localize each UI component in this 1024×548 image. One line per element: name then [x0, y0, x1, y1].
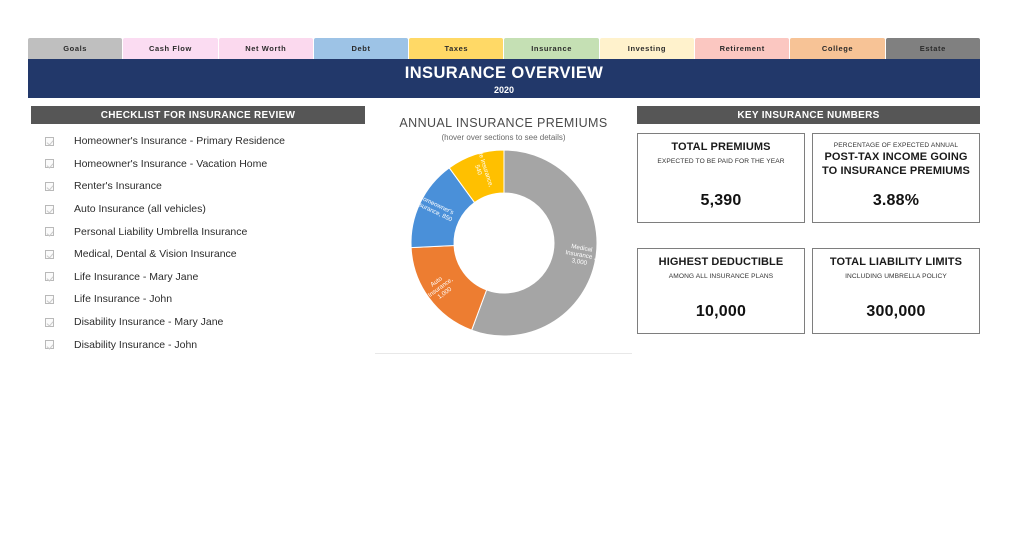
tab-cash-flow[interactable]: Cash Flow	[123, 38, 218, 59]
checklist-item-label: Homeowner's Insurance - Primary Residenc…	[74, 135, 285, 148]
checklist-item-label: Homeowner's Insurance - Vacation Home	[74, 157, 268, 170]
checkbox-icon[interactable]	[45, 136, 54, 146]
tab-label: Cash Flow	[148, 44, 192, 53]
kpi-subtitle: AMONG ALL INSURANCE PLANS	[668, 272, 774, 280]
checklist-item[interactable]: Auto Insurance (all vehicles)	[31, 198, 365, 221]
tab-label: Taxes	[444, 44, 469, 53]
tab-goals[interactable]: Goals	[28, 38, 123, 59]
chart-subtitle: (hover over sections to see details)	[441, 133, 566, 142]
tab-label: Debt	[351, 44, 371, 53]
checklist-item[interactable]: Homeowner's Insurance - Primary Residenc…	[31, 130, 365, 153]
tab-label: Goals	[63, 44, 88, 53]
page-title: INSURANCE OVERVIEW	[404, 63, 604, 82]
checklist-item-label: Renter's Insurance	[74, 180, 162, 193]
worksheet-tab-bar: Goals Cash Flow Net Worth Debt Taxes Insuranc…	[28, 38, 980, 59]
kpi-value: 10,000	[695, 303, 747, 320]
checkbox-icon[interactable]	[45, 294, 54, 304]
checklist-item[interactable]: Medical, Dental & Vision Insurance	[31, 243, 365, 266]
checklist-item-label: Life Insurance - Mary Jane	[74, 270, 199, 283]
kpi-card-post-tax-income-pct: PERCENTAGE OF EXPECTED ANNUAL POST-TAX I…	[812, 133, 980, 223]
checklist-item[interactable]: Renter's Insurance	[31, 175, 365, 198]
tab-retirement[interactable]: Retirement	[695, 38, 790, 59]
checkbox-icon[interactable]	[45, 340, 54, 350]
chart-title: ANNUAL INSURANCE PREMIUMS	[399, 116, 608, 130]
checklist-item[interactable]: Personal Liability Umbrella Insurance	[31, 220, 365, 243]
premiums-donut-chart[interactable]: MedicalInsurance ,3,000 AutoInsurance,1,0…	[409, 148, 599, 338]
checkbox-icon[interactable]	[45, 317, 54, 327]
checkbox-icon[interactable]	[45, 204, 54, 214]
checkbox-icon[interactable]	[45, 227, 54, 237]
checklist-section-header: CHECKLIST FOR INSURANCE REVIEW	[31, 106, 365, 124]
page-title-banner: INSURANCE OVERVIEW 2020	[28, 59, 980, 98]
checklist-item-label: Disability Insurance - Mary Jane	[74, 316, 224, 329]
tab-label: Retirement	[719, 44, 765, 53]
insurance-review-checklist: Homeowner's Insurance - Primary Residenc…	[31, 130, 365, 356]
page-year: 2020	[493, 84, 515, 95]
kpi-title: TOTAL PREMIUMS	[671, 141, 771, 153]
checkbox-icon[interactable]	[45, 181, 54, 191]
checkbox-icon[interactable]	[45, 249, 54, 259]
kpi-value: 3.88%	[872, 192, 920, 209]
kpi-subtitle: INCLUDING UMBRELLA POLICY	[845, 272, 947, 280]
tab-label: Net Worth	[245, 44, 287, 53]
tab-debt[interactable]: Debt	[313, 38, 409, 59]
tab-college[interactable]: College	[790, 38, 885, 59]
kpi-card-total-premiums: TOTAL PREMIUMS EXPECTED TO BE PAID FOR T…	[637, 133, 805, 223]
tab-insurance[interactable]: Insurance	[504, 38, 599, 59]
checkbox-icon[interactable]	[45, 272, 54, 282]
kpi-title: POST-TAX INCOME GOING TO INSURANCE PREMI…	[822, 151, 970, 177]
kpi-card-highest-deductible: HIGHEST DEDUCTIBLE AMONG ALL INSURANCE P…	[637, 248, 805, 334]
checklist-item-label: Life Insurance - John	[74, 293, 173, 306]
checklist-item-label: Auto Insurance (all vehicles)	[74, 203, 206, 216]
tab-label: Insurance	[531, 44, 573, 53]
tab-label: Estate	[919, 44, 946, 53]
kpi-pretitle: PERCENTAGE OF EXPECTED ANNUAL	[833, 142, 959, 149]
kpi-title: HIGHEST DEDUCTIBLE	[658, 256, 784, 268]
checklist-item[interactable]: Disability Insurance - John	[31, 333, 365, 356]
tab-investing[interactable]: Investing	[599, 38, 695, 59]
kpi-card-total-liability-limits: TOTAL LIABILITY LIMITS INCLUDING UMBRELL…	[812, 248, 980, 334]
tab-label: Investing	[627, 44, 667, 53]
kpi-subtitle: EXPECTED TO BE PAID FOR THE YEAR	[657, 157, 785, 165]
key-numbers-section-header: KEY INSURANCE NUMBERS	[637, 106, 980, 124]
annual-premiums-chart-panel: ANNUAL INSURANCE PREMIUMS (hover over se…	[375, 104, 632, 354]
tab-taxes[interactable]: Taxes	[409, 38, 504, 59]
checklist-item[interactable]: Disability Insurance - Mary Jane	[31, 311, 365, 334]
insurance-overview-page: Goals Cash Flow Net Worth Debt Taxes Insuranc…	[0, 0, 1024, 548]
donut-svg: MedicalInsurance ,3,000AutoInsurance,1,0…	[410, 148, 597, 337]
checklist-item-label: Personal Liability Umbrella Insurance	[74, 225, 248, 238]
checklist-item-label: Medical, Dental & Vision Insurance	[74, 248, 237, 261]
kpi-title: TOTAL LIABILITY LIMITS	[829, 256, 963, 268]
checklist-item[interactable]: Homeowner's Insurance - Vacation Home	[31, 153, 365, 176]
tab-estate[interactable]: Estate	[885, 38, 980, 59]
kpi-value: 5,390	[700, 192, 742, 209]
checklist-item-label: Disability Insurance - John	[74, 338, 198, 351]
checkbox-icon[interactable]	[45, 159, 54, 169]
kpi-value: 300,000	[866, 303, 926, 320]
tab-label: College	[821, 44, 854, 53]
tab-net-worth[interactable]: Net Worth	[218, 38, 313, 59]
checklist-item[interactable]: Life Insurance - Mary Jane	[31, 266, 365, 289]
checklist-item[interactable]: Life Insurance - John	[31, 288, 365, 311]
